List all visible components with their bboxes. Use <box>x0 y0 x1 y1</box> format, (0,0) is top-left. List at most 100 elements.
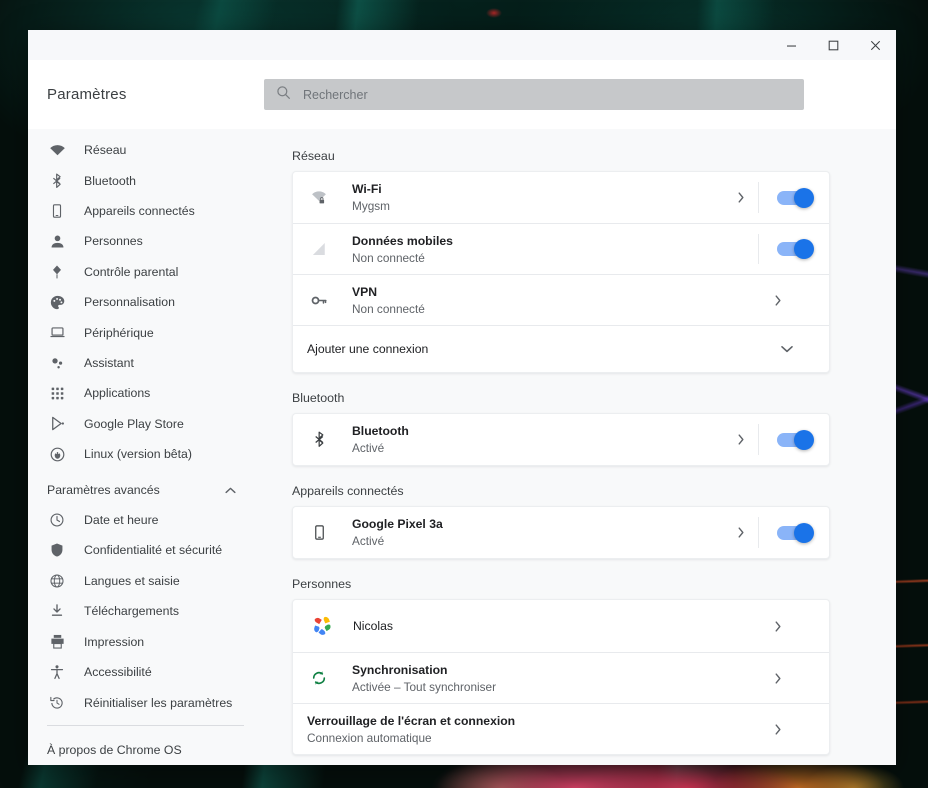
phone-icon <box>47 201 67 221</box>
wifi-lock-icon <box>307 188 331 208</box>
people-card: Nicolas Synchronisation Activée – Tout s… <box>292 599 830 755</box>
row-title: Données mobiles <box>352 233 453 248</box>
row-title: Wi-Fi <box>352 182 382 196</box>
bluetooth-toggle[interactable] <box>777 429 814 450</box>
chevron-right-icon[interactable] <box>728 434 754 445</box>
maximize-button[interactable] <box>812 30 854 60</box>
page-title: Paramètres <box>47 86 127 103</box>
settings-window: Paramètres Rechercher Réseau Bluetooth A… <box>28 30 896 765</box>
sidebar-item-label: Périphérique <box>84 325 154 340</box>
row-subtitle: Activé <box>352 534 385 548</box>
row-subtitle: Non connecté <box>352 250 425 265</box>
row-bluetooth[interactable]: Bluetooth Activé <box>293 414 829 465</box>
chevron-right-icon[interactable] <box>765 672 791 684</box>
sidebar-item-date-et-heure[interactable]: Date et heure <box>28 505 264 535</box>
row-divider <box>758 234 759 264</box>
search-input[interactable] <box>303 87 792 102</box>
sidebar-about-label: À propos de Chrome OS <box>47 742 182 757</box>
sidebar-item-accessibilite[interactable]: Accessibilité <box>28 657 264 687</box>
kite-icon <box>47 262 67 282</box>
sidebar-item-controle-parental[interactable]: Contrôle parental <box>28 257 264 287</box>
row-wifi[interactable]: Wi-Fi Mygsm <box>293 172 829 223</box>
sidebar-item-reinitialiser[interactable]: Réinitialiser les paramètres <box>28 687 264 717</box>
sidebar-advanced-label: Paramètres avancés <box>47 482 160 497</box>
sidebar-item-label: Réseau <box>84 143 127 158</box>
add-connection-label: Ajouter une connexion <box>307 342 429 356</box>
close-button[interactable] <box>854 30 896 60</box>
row-title: Synchronisation <box>352 662 448 677</box>
sidebar-item-about-chrome-os[interactable]: À propos de Chrome OS <box>28 735 264 765</box>
sidebar-item-assistant[interactable]: Assistant <box>28 348 264 378</box>
sidebar-item-peripherique[interactable]: Périphérique <box>28 317 264 347</box>
sidebar-item-bluetooth[interactable]: Bluetooth <box>28 165 264 195</box>
minimize-button[interactable] <box>770 30 812 60</box>
sidebar-item-label: Date et heure <box>84 513 159 528</box>
device-toggle[interactable] <box>777 522 814 543</box>
row-text: Verrouillage de l'écran et connexion Con… <box>293 713 765 746</box>
sidebar-item-label: Linux (version bêta) <box>84 447 192 462</box>
sidebar-item-applications[interactable]: Applications <box>28 378 264 408</box>
row-subtitle: Connexion automatique <box>307 730 432 745</box>
sidebar-item-label: Google Play Store <box>84 416 184 431</box>
section-title-personnes: Personnes <box>292 577 352 591</box>
sidebar-item-label: Personnes <box>84 234 143 249</box>
restore-icon <box>47 693 67 713</box>
sidebar-item-personnalisation[interactable]: Personnalisation <box>28 287 264 317</box>
row-synchronisation[interactable]: Synchronisation Activée – Tout synchroni… <box>293 652 829 703</box>
row-text: Bluetooth Activé <box>352 423 728 456</box>
linux-penguin-icon <box>47 444 67 464</box>
sidebar-navigation: Réseau Bluetooth Appareils connectés Per… <box>28 129 264 765</box>
person-icon <box>47 231 67 251</box>
sidebar-item-label: Réinitialiser les paramètres <box>84 695 233 710</box>
sidebar-item-langues-et-saisie[interactable]: Langues et saisie <box>28 566 264 596</box>
sidebar-item-label: Contrôle parental <box>84 264 179 279</box>
row-google-pixel-3a[interactable]: Google Pixel 3a Activé <box>293 507 829 558</box>
row-vpn[interactable]: VPN Non connecté <box>293 274 829 325</box>
row-ajouter-une-connexion[interactable]: Ajouter une connexion <box>293 325 829 372</box>
section-title-reseau: Réseau <box>292 149 335 163</box>
sidebar-item-label: Confidentialité et sécurité <box>84 543 223 558</box>
printer-icon <box>47 632 67 652</box>
shield-icon <box>47 540 67 560</box>
row-subtitle: Mygsm <box>352 199 391 213</box>
row-donnees-mobiles[interactable]: Données mobiles Non connecté <box>293 223 829 274</box>
row-text: Wi-Fi Mygsm <box>352 181 728 214</box>
row-text: Données mobiles Non connecté <box>352 233 728 266</box>
row-nicolas[interactable]: Nicolas <box>293 600 829 652</box>
sidebar-item-linux[interactable]: Linux (version bêta) <box>28 439 264 469</box>
row-title: Verrouillage de l'écran et connexion <box>307 713 516 728</box>
row-verrouillage-ecran[interactable]: Verrouillage de l'écran et connexion Con… <box>293 703 829 754</box>
row-divider <box>758 424 759 455</box>
wifi-toggle[interactable] <box>777 187 814 208</box>
settings-body: Réseau Bluetooth Appareils connectés Per… <box>28 129 896 765</box>
row-title: Nicolas <box>353 619 393 633</box>
sidebar-item-google-play-store[interactable]: Google Play Store <box>28 409 264 439</box>
sidebar-item-appareils-connectes[interactable]: Appareils connectés <box>28 196 264 226</box>
search-icon <box>276 85 291 105</box>
chevron-down-icon[interactable] <box>781 340 793 358</box>
search-box[interactable] <box>264 79 804 110</box>
network-card: Wi-Fi Mygsm Données mobiles Non connecté… <box>292 171 830 373</box>
sidebar-divider <box>47 724 244 726</box>
sidebar-item-label: Appareils connectés <box>84 204 195 219</box>
chevron-right-icon[interactable] <box>728 527 754 538</box>
bluetooth-card: Bluetooth Activé <box>292 413 830 466</box>
sidebar-advanced-toggle[interactable]: Paramètres avancés <box>28 474 264 504</box>
chevron-up-icon <box>225 481 236 499</box>
row-divider <box>758 517 759 548</box>
sidebar-item-confidentialite[interactable]: Confidentialité et sécurité <box>28 535 264 565</box>
sidebar-item-personnes[interactable]: Personnes <box>28 226 264 256</box>
chevron-right-icon[interactable] <box>765 723 791 735</box>
sidebar-item-impression[interactable]: Impression <box>28 627 264 657</box>
row-title: Google Pixel 3a <box>352 517 443 531</box>
apps-grid-icon <box>47 383 67 403</box>
bluetooth-icon <box>47 171 67 191</box>
chevron-right-icon[interactable] <box>728 192 754 203</box>
sidebar-item-reseau[interactable]: Réseau <box>28 135 264 165</box>
row-text: Google Pixel 3a Activé <box>352 516 728 549</box>
mobile-data-toggle[interactable] <box>777 239 814 259</box>
chevron-right-icon[interactable] <box>765 620 791 632</box>
sidebar-item-telechargements[interactable]: Téléchargements <box>28 596 264 626</box>
row-text: VPN Non connecté <box>352 284 765 317</box>
chevron-right-icon[interactable] <box>765 294 791 306</box>
